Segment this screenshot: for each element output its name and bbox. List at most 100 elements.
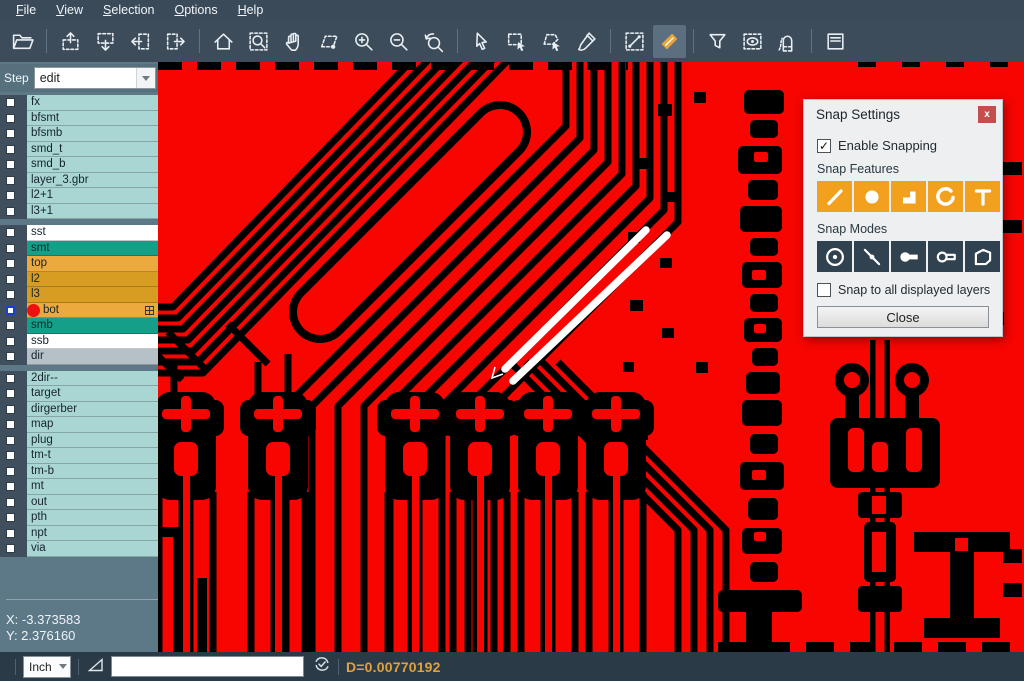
layer-checkbox-plug[interactable]: [6, 436, 15, 445]
layer-checkbox-l2[interactable]: [6, 275, 15, 284]
measure-button[interactable]: [618, 25, 651, 58]
enable-snapping-checkbox[interactable]: ✓: [817, 139, 831, 153]
zoom-in-button[interactable]: [347, 25, 380, 58]
snap-mode-closest-point-button[interactable]: [854, 241, 889, 272]
layer-label-smb[interactable]: smb: [27, 318, 158, 334]
select-rect-button[interactable]: [500, 25, 533, 58]
layer-label-bot[interactable]: bot: [27, 303, 158, 319]
close-button[interactable]: Close: [817, 306, 989, 328]
layer-checkbox-l3+1[interactable]: [6, 207, 15, 216]
snap-mode-center-button[interactable]: [817, 241, 852, 272]
layer-label-out[interactable]: out: [27, 495, 158, 511]
all-layers-checkbox[interactable]: [817, 283, 831, 297]
menu-file[interactable]: File: [6, 0, 46, 20]
layer-label-bfsmb[interactable]: bfsmb: [27, 126, 158, 142]
snap-feature-arc-button[interactable]: [928, 181, 963, 212]
layer-label-bfsmt[interactable]: bfsmt: [27, 111, 158, 127]
layer-label-ssb[interactable]: ssb: [27, 334, 158, 350]
angle-measure-icon[interactable]: [86, 655, 105, 679]
layer-checkbox-smd_b[interactable]: [6, 160, 15, 169]
layer-label-mt[interactable]: mt: [27, 479, 158, 495]
menu-selection[interactable]: Selection: [93, 0, 164, 20]
layer-checkbox-tm-b[interactable]: [6, 467, 15, 476]
snap-mode-pad-entry-filled-button[interactable]: [891, 241, 926, 272]
menu-help[interactable]: Help: [228, 0, 274, 20]
layer-checkbox-ssb[interactable]: [6, 337, 15, 346]
apply-refresh-icon[interactable]: [313, 655, 331, 678]
arrow-up-box-button[interactable]: [54, 25, 87, 58]
layer-checkbox-top[interactable]: [6, 259, 15, 268]
chevron-down-icon[interactable]: [136, 68, 155, 88]
layer-checkbox-layer_3.gbr[interactable]: [6, 176, 15, 185]
layer-checkbox-pth[interactable]: [6, 513, 15, 522]
layer-label-dir[interactable]: dir: [27, 349, 158, 365]
step-dropdown[interactable]: edit: [34, 67, 156, 89]
pcb-canvas[interactable]: Snap Settings x ✓ Enable Snapping Snap F…: [158, 62, 1024, 652]
snap-feature-line-button[interactable]: [817, 181, 852, 212]
layer-checkbox-smb[interactable]: [6, 321, 15, 330]
arrow-down-box-button[interactable]: [89, 25, 122, 58]
layer-label-fx[interactable]: fx: [27, 95, 158, 111]
layer-checkbox-2dir--[interactable]: [6, 374, 15, 383]
snap-mode-pad-entry-button[interactable]: [928, 241, 963, 272]
all-layers-row[interactable]: Snap to all displayed layers: [817, 283, 1002, 297]
snap-feature-surface-button[interactable]: [891, 181, 926, 212]
menu-options[interactable]: Options: [164, 0, 227, 20]
chevron-down-icon[interactable]: [55, 664, 70, 669]
layer-label-layer_3.gbr[interactable]: layer_3.gbr: [27, 173, 158, 189]
layer-label-smt[interactable]: smt: [27, 241, 158, 257]
layer-label-sst[interactable]: sst: [27, 225, 158, 241]
layer-label-tm-t[interactable]: tm-t: [27, 448, 158, 464]
measure-input[interactable]: [111, 656, 304, 677]
layer-label-npt[interactable]: npt: [27, 526, 158, 542]
filter-button[interactable]: [701, 25, 734, 58]
select-cursor-button[interactable]: [465, 25, 498, 58]
ruler-button[interactable]: [653, 25, 686, 58]
layer-label-2dir--[interactable]: 2dir--: [27, 371, 158, 387]
layer-label-top[interactable]: top: [27, 256, 158, 272]
layer-checkbox-mt[interactable]: [6, 482, 15, 491]
unit-dropdown[interactable]: Inch: [23, 656, 71, 678]
arrow-right-box-button[interactable]: [159, 25, 192, 58]
dialog-title-bar[interactable]: Snap Settings x: [804, 100, 1002, 129]
zoom-out-button[interactable]: [382, 25, 415, 58]
zoom-previous-button[interactable]: [417, 25, 450, 58]
folder-open-button[interactable]: [6, 25, 39, 58]
snap-feature-text-button[interactable]: [965, 181, 1000, 212]
layer-checkbox-map[interactable]: [6, 420, 15, 429]
layer-checkbox-out[interactable]: [6, 498, 15, 507]
grid-icon[interactable]: [145, 306, 154, 315]
layer-checkbox-dir[interactable]: [6, 352, 15, 361]
layer-label-smd_b[interactable]: smd_b: [27, 157, 158, 173]
layer-label-map[interactable]: map: [27, 417, 158, 433]
zoom-selection-button[interactable]: [312, 25, 345, 58]
layer-label-l2+1[interactable]: l2+1: [27, 188, 158, 204]
layer-checkbox-npt[interactable]: [6, 529, 15, 538]
layer-label-dirgerber[interactable]: dirgerber: [27, 402, 158, 418]
home-button[interactable]: [207, 25, 240, 58]
layer-checkbox-target[interactable]: [6, 389, 15, 398]
layer-checkbox-fx[interactable]: [6, 98, 15, 107]
layer-checkbox-tm-t[interactable]: [6, 451, 15, 460]
arrow-left-box-button[interactable]: [124, 25, 157, 58]
layer-checkbox-bot[interactable]: [6, 306, 15, 315]
layer-checkbox-sst[interactable]: [6, 228, 15, 237]
layer-checkbox-l2+1[interactable]: [6, 191, 15, 200]
layer-checkbox-via[interactable]: [6, 544, 15, 553]
layers-panel-button[interactable]: [819, 25, 852, 58]
layer-label-tm-b[interactable]: tm-b: [27, 464, 158, 480]
layer-label-l2[interactable]: l2: [27, 272, 158, 288]
layer-label-l3+1[interactable]: l3+1: [27, 204, 158, 220]
layer-checkbox-smd_t[interactable]: [6, 145, 15, 154]
snap-feature-pad-button[interactable]: [854, 181, 889, 212]
layer-label-pth[interactable]: pth: [27, 510, 158, 526]
layer-checkbox-dirgerber[interactable]: [6, 405, 15, 414]
enable-snapping-row[interactable]: ✓ Enable Snapping: [817, 138, 1002, 153]
layer-checkbox-bfsmb[interactable]: [6, 129, 15, 138]
snap-magnet-button[interactable]: [771, 25, 804, 58]
layer-label-plug[interactable]: plug: [27, 433, 158, 449]
layer-checkbox-l3[interactable]: [6, 290, 15, 299]
menu-view[interactable]: View: [46, 0, 93, 20]
snap-mode-outline-button[interactable]: [965, 241, 1000, 272]
pan-hand-button[interactable]: [277, 25, 310, 58]
